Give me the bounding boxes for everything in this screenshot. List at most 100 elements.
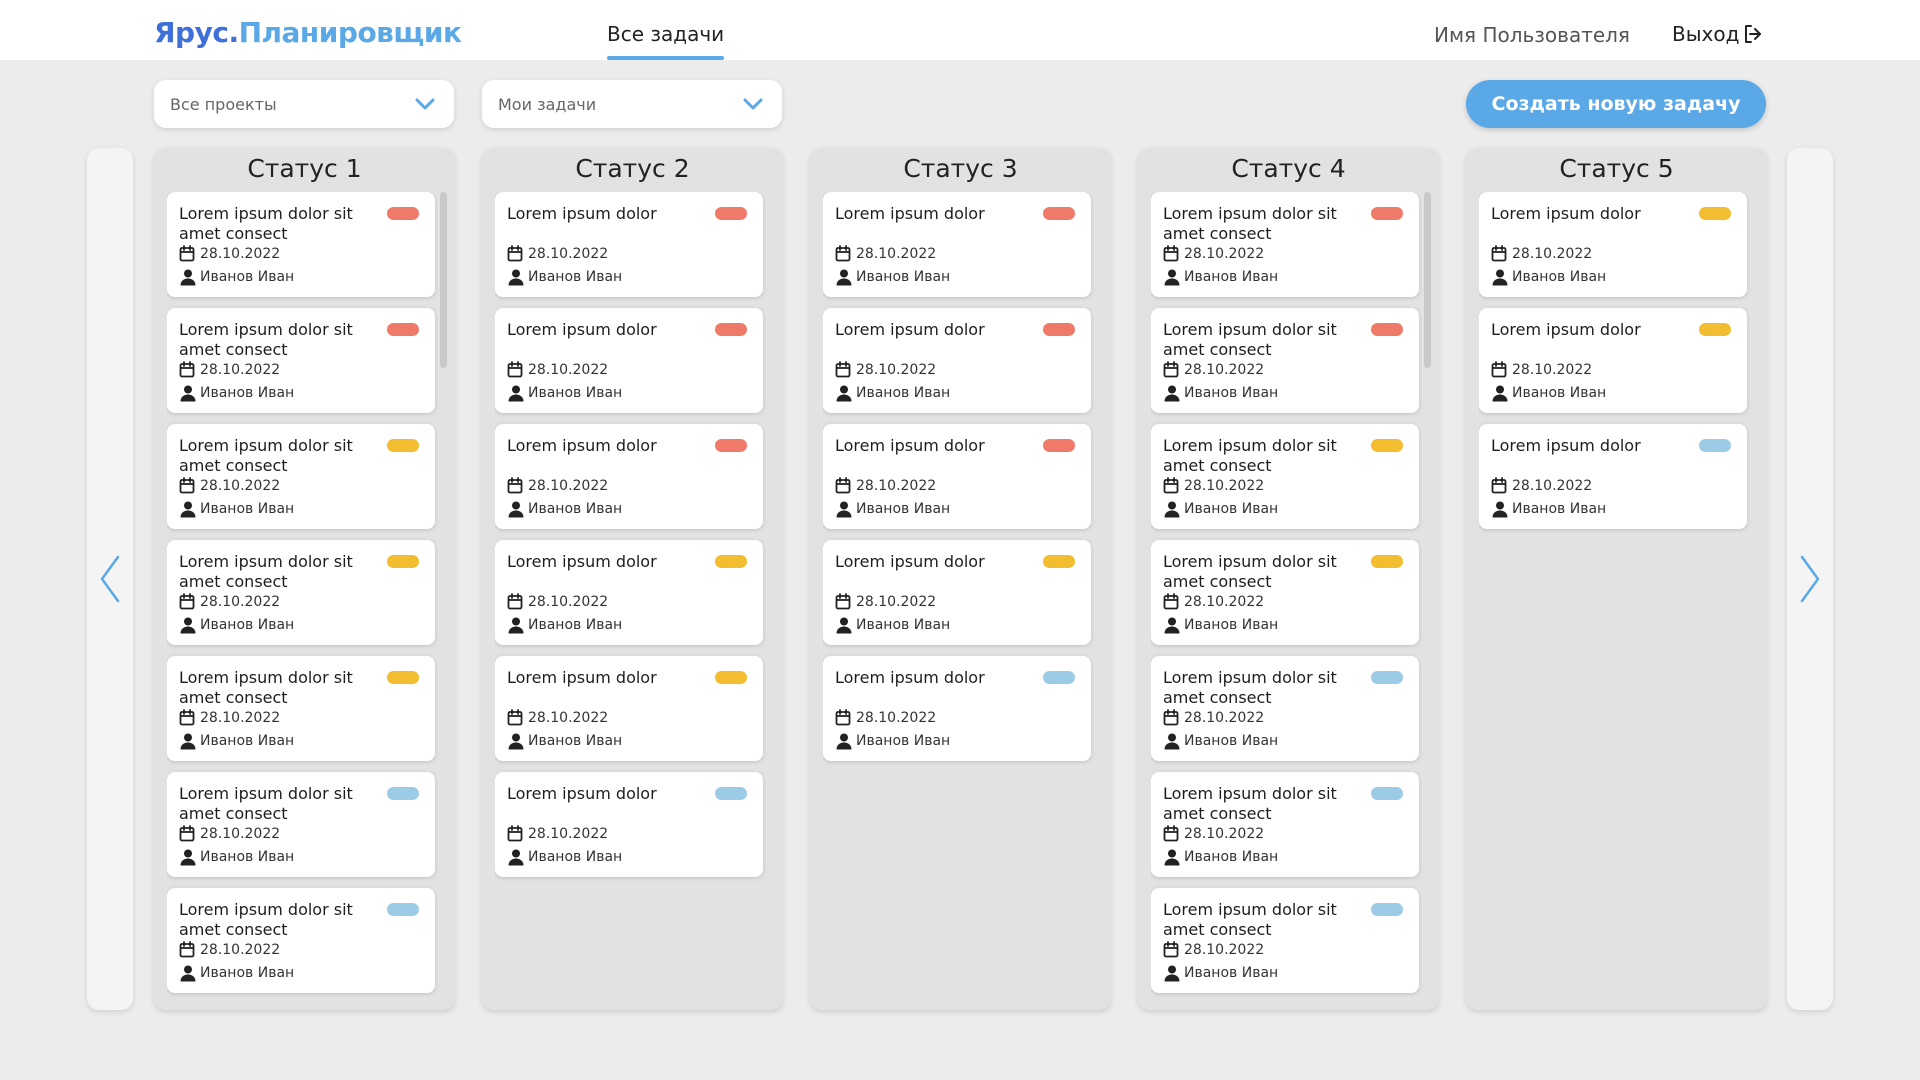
task-card[interactable]: Lorem ipsum dolor 28.10.2022 Иванов Иван (495, 540, 763, 645)
calendar-icon (179, 941, 195, 958)
logo-part1: Ярус. (154, 16, 239, 49)
task-assignee: Иванов Иван (1163, 964, 1278, 982)
task-date: 28.10.2022 (179, 245, 280, 262)
task-assignee: Иванов Иван (179, 964, 294, 982)
task-card[interactable]: Lorem ipsum dolor sit amet consect 28.10.… (167, 192, 435, 297)
priority-badge (387, 903, 419, 916)
task-title: Lorem ipsum dolor sit amet consect (1163, 668, 1337, 707)
logout-button[interactable]: Выход (1672, 22, 1765, 46)
tasks-select[interactable]: Мои задачи (482, 80, 782, 128)
task-card[interactable]: Lorem ipsum dolor 28.10.2022 Иванов Иван (495, 656, 763, 761)
task-assignee: Иванов Иван (507, 500, 622, 518)
task-assignee-name: Иванов Иван (1184, 269, 1279, 285)
task-date-text: 28.10.2022 (200, 941, 281, 958)
task-date-text: 28.10.2022 (528, 593, 609, 610)
task-card[interactable]: Lorem ipsum dolor sit amet consect 28.10.… (167, 772, 435, 877)
task-assignee-name: Иванов Иван (528, 269, 623, 285)
task-date: 28.10.2022 (507, 477, 608, 494)
task-card[interactable]: Lorem ipsum dolor 28.10.2022 Иванов Иван (823, 540, 1091, 645)
task-date-text: 28.10.2022 (1512, 477, 1593, 494)
calendar-icon (179, 593, 195, 610)
status-column: Статус 1 Lorem ipsum dolor sit amet conse… (154, 148, 455, 1010)
column-scrollbar[interactable] (1424, 192, 1431, 368)
task-card[interactable]: Lorem ipsum dolor sit amet consect 28.10.… (167, 540, 435, 645)
task-title: Lorem ipsum dolor (507, 784, 657, 803)
task-card[interactable]: Lorem ipsum dolor sit amet consect 28.10.… (167, 308, 435, 413)
task-date: 28.10.2022 (1491, 245, 1592, 262)
task-title: Lorem ipsum dolor (507, 204, 657, 223)
scroll-right-button[interactable] (1787, 148, 1833, 1010)
user-icon (1164, 617, 1180, 634)
column-title: Статус 1 (247, 154, 362, 183)
task-assignee-name: Иванов Иван (200, 965, 295, 981)
user-name-link[interactable]: Имя Пользователя (1434, 23, 1630, 47)
task-card[interactable]: Lorem ipsum dolor 28.10.2022 Иванов Иван (495, 424, 763, 529)
task-date-text: 28.10.2022 (200, 245, 281, 262)
app-logo[interactable]: Ярус.Планировщик (154, 16, 462, 49)
calendar-icon (1163, 245, 1179, 262)
task-assignee-name: Иванов Иван (1184, 733, 1279, 749)
task-card[interactable]: Lorem ipsum dolor sit amet consect 28.10.… (167, 656, 435, 761)
task-card[interactable]: Lorem ipsum dolor 28.10.2022 Иванов Иван (495, 308, 763, 413)
task-assignee: Иванов Иван (1163, 268, 1278, 286)
task-card[interactable]: Lorem ipsum dolor sit amet consect 28.10.… (167, 888, 435, 993)
task-title: Lorem ipsum dolor (1491, 436, 1641, 455)
task-card[interactable]: Lorem ipsum dolor 28.10.2022 Иванов Иван (495, 772, 763, 877)
task-title: Lorem ipsum dolor sit amet consect (179, 668, 353, 707)
task-card[interactable]: Lorem ipsum dolor 28.10.2022 Иванов Иван (1479, 308, 1747, 413)
card-list: Lorem ipsum dolor 28.10.2022 Иванов Иван Lo… (1479, 192, 1754, 998)
task-card[interactable]: Lorem ipsum dolor sit amet consect 28.10.… (1151, 656, 1419, 761)
column-scrollbar[interactable] (440, 192, 447, 368)
task-card[interactable]: Lorem ipsum dolor sit amet consect 28.10.… (1151, 192, 1419, 297)
task-date: 28.10.2022 (1163, 477, 1264, 494)
task-card[interactable]: Lorem ipsum dolor sit amet consect 28.10.… (1151, 424, 1419, 529)
calendar-icon (1491, 477, 1507, 494)
chevron-down-icon (743, 98, 763, 110)
priority-badge (387, 207, 419, 220)
projects-select[interactable]: Все проекты (154, 80, 454, 128)
task-assignee-name: Иванов Иван (200, 269, 295, 285)
scroll-left-button[interactable] (87, 148, 133, 1010)
calendar-icon (1163, 361, 1179, 378)
card-list: Lorem ipsum dolor 28.10.2022 Иванов Иван Lo… (823, 192, 1098, 998)
task-title: Lorem ipsum dolor sit amet consect (179, 900, 353, 939)
task-card[interactable]: Lorem ipsum dolor sit amet consect 28.10.… (1151, 772, 1419, 877)
task-assignee-name: Иванов Иван (856, 385, 951, 401)
task-date-text: 28.10.2022 (856, 593, 937, 610)
user-icon (180, 501, 196, 518)
task-title: Lorem ipsum dolor (835, 436, 985, 455)
calendar-icon (1163, 941, 1179, 958)
task-title: Lorem ipsum dolor sit amet consect (179, 552, 353, 591)
task-card[interactable]: Lorem ipsum dolor 28.10.2022 Иванов Иван (1479, 424, 1747, 529)
priority-badge (715, 439, 747, 452)
task-date-text: 28.10.2022 (856, 245, 937, 262)
task-date-text: 28.10.2022 (1184, 825, 1265, 842)
task-title: Lorem ipsum dolor (835, 552, 985, 571)
task-assignee-name: Иванов Иван (1184, 501, 1279, 517)
user-icon (836, 269, 852, 286)
task-date: 28.10.2022 (179, 941, 280, 958)
task-card[interactable]: Lorem ipsum dolor 28.10.2022 Иванов Иван (823, 308, 1091, 413)
task-card[interactable]: Lorem ipsum dolor sit amet consect 28.10.… (1151, 888, 1419, 993)
task-date: 28.10.2022 (179, 477, 280, 494)
task-card[interactable]: Lorem ipsum dolor sit amet consect 28.10.… (1151, 308, 1419, 413)
card-list: Lorem ipsum dolor sit amet consect 28.10.… (167, 192, 442, 998)
task-card[interactable]: Lorem ipsum dolor 28.10.2022 Иванов Иван (823, 656, 1091, 761)
status-column: Статус 4 Lorem ipsum dolor sit amet conse… (1138, 148, 1439, 1010)
task-card[interactable]: Lorem ipsum dolor 28.10.2022 Иванов Иван (495, 192, 763, 297)
user-icon (1164, 269, 1180, 286)
task-card[interactable]: Lorem ipsum dolor sit amet consect 28.10.… (167, 424, 435, 529)
task-card[interactable]: Lorem ipsum dolor 28.10.2022 Иванов Иван (1479, 192, 1747, 297)
task-card[interactable]: Lorem ipsum dolor 28.10.2022 Иванов Иван (823, 424, 1091, 529)
create-task-button[interactable]: Создать новую задачу (1466, 80, 1766, 128)
task-date: 28.10.2022 (1163, 825, 1264, 842)
tab-all-tasks[interactable]: Все задачи (607, 0, 725, 60)
tasks-select-value: Мои задачи (498, 94, 597, 114)
logout-label: Выход (1672, 22, 1740, 46)
calendar-icon (835, 709, 851, 726)
task-card[interactable]: Lorem ipsum dolor sit amet consect 28.10.… (1151, 540, 1419, 645)
task-assignee-name: Иванов Иван (1184, 849, 1279, 865)
task-card[interactable]: Lorem ipsum dolor 28.10.2022 Иванов Иван (823, 192, 1091, 297)
task-assignee: Иванов Иван (179, 848, 294, 866)
priority-badge (1371, 439, 1403, 452)
